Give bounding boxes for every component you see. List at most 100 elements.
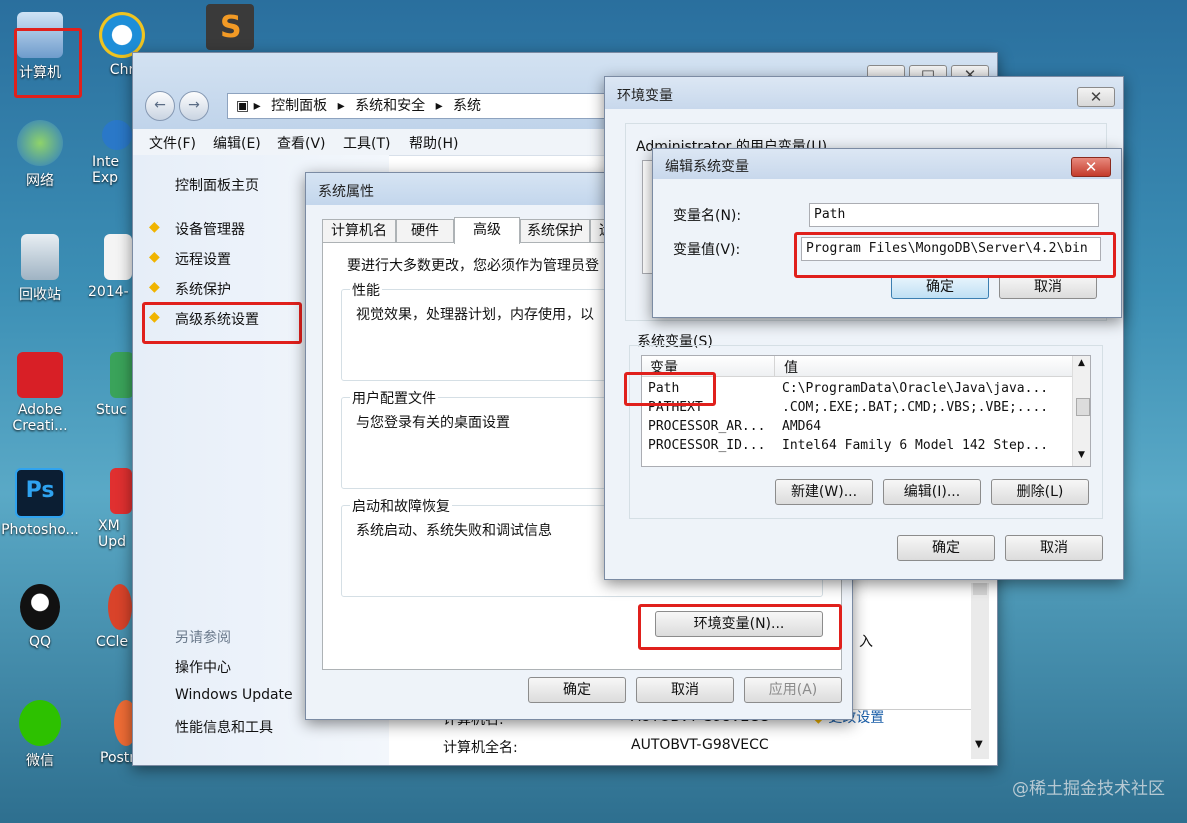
- row-value: AMD64: [782, 419, 822, 434]
- back-button[interactable]: ←: [145, 91, 175, 121]
- address-bar[interactable]: ▣ ▸ 控制面板 ▸ 系统和安全 ▸ 系统: [227, 93, 609, 119]
- row-value: C:\ProgramData\Oracle\Java\java...: [782, 381, 1049, 396]
- desktop-icon-qq[interactable]: QQ: [0, 584, 80, 650]
- app-icon: [110, 468, 132, 514]
- sidebar-device-manager[interactable]: 设备管理器: [175, 219, 245, 239]
- sidebar-system-protection[interactable]: 系统保护: [175, 279, 231, 299]
- edit-cancel-button[interactable]: 取消: [999, 275, 1097, 299]
- scrollbar-thumb[interactable]: [973, 583, 987, 595]
- delete-variable-button[interactable]: 删除(L): [991, 479, 1089, 505]
- env-cancel-button[interactable]: 取消: [1005, 535, 1103, 561]
- desktop-icon-folder[interactable]: 2014-: [88, 234, 138, 300]
- scrollbar[interactable]: ▼: [971, 583, 989, 759]
- app-icon: [110, 352, 134, 398]
- sysprops-cancel-button[interactable]: 取消: [636, 677, 734, 703]
- breadcrumb-security[interactable]: 系统和安全: [355, 98, 425, 114]
- photoshop-icon: Ps: [15, 468, 65, 518]
- breadcrumb-control-panel[interactable]: 控制面板: [271, 98, 327, 114]
- watermark: @稀土掘金技术社区: [1012, 779, 1165, 799]
- column-value[interactable]: 值: [784, 357, 798, 377]
- partial-text: 入: [859, 634, 873, 650]
- new-variable-button[interactable]: 新建(W)...: [775, 479, 873, 505]
- row-value: Intel64 Family 6 Model 142 Step...: [782, 438, 1049, 453]
- edit-close-button[interactable]: ✕: [1071, 157, 1111, 177]
- ok-label: 确定: [932, 540, 960, 556]
- link-windows-update[interactable]: Windows Update: [175, 687, 293, 703]
- user-profiles-title: 用户配置文件: [350, 388, 438, 408]
- table-row[interactable]: PROCESSOR_ID... Intel64 Family 6 Model 1…: [642, 437, 1072, 456]
- edit-system-variable-dialog: 编辑系统变量 ✕ 变量名(N): Path 变量值(V): Program Fi…: [652, 148, 1122, 318]
- cancel-label: 取消: [1040, 540, 1068, 556]
- desktop-icon-wechat[interactable]: 微信: [0, 700, 80, 770]
- list-header: 变量 值: [642, 356, 1072, 377]
- new-label: 新建(W)...: [790, 484, 858, 500]
- control-panel-icon: ▣ ▸: [236, 98, 261, 114]
- menu-view[interactable]: 查看(V): [277, 133, 326, 153]
- cancel-label: 取消: [671, 682, 699, 698]
- tab-computer-name[interactable]: 计算机名: [322, 219, 396, 243]
- edit-ok-button[interactable]: 确定: [891, 275, 989, 299]
- menu-edit[interactable]: 编辑(E): [213, 133, 261, 153]
- breadcrumb-system[interactable]: 系统: [453, 98, 481, 114]
- link-action-center[interactable]: 操作中心: [175, 657, 231, 677]
- env-close-button[interactable]: ✕: [1077, 87, 1115, 107]
- shield-icon: ◆: [149, 219, 160, 235]
- adobe-cc-icon: [17, 352, 63, 398]
- table-row[interactable]: Path C:\ProgramData\Oracle\Java\java...: [642, 380, 1072, 399]
- env-title: 环境变量: [617, 88, 673, 104]
- desktop-icon-studio[interactable]: Stuc: [96, 352, 136, 418]
- row-name: PATHEXT: [648, 400, 703, 415]
- list-scrollbar[interactable]: ▲ ▼: [1072, 356, 1090, 466]
- edit-variable-button[interactable]: 编辑(I)...: [883, 479, 981, 505]
- admin-notice: 要进行大多数更改，您必须作为管理员登: [347, 258, 599, 274]
- sysprops-title: 系统属性: [318, 184, 374, 200]
- desktop-icon-photoshop[interactable]: Ps Photosho...: [0, 468, 80, 538]
- scroll-down-icon[interactable]: ▼: [1078, 450, 1085, 460]
- env-ok-button[interactable]: 确定: [897, 535, 995, 561]
- link-performance-tools[interactable]: 性能信息和工具: [175, 717, 273, 737]
- wechat-icon: [19, 700, 61, 746]
- desktop-icon-xm[interactable]: XM Upd: [98, 468, 134, 550]
- sublime-icon[interactable]: S: [206, 4, 254, 50]
- table-row[interactable]: PROCESSOR_AR... AMD64: [642, 418, 1072, 437]
- performance-title: 性能: [350, 280, 382, 300]
- desktop-icon-recycle[interactable]: 回收站: [0, 234, 80, 304]
- tab-system-protection[interactable]: 系统保护: [520, 219, 590, 243]
- sysprops-ok-button[interactable]: 确定: [528, 677, 626, 703]
- sidebar-advanced-settings[interactable]: 高级系统设置: [175, 309, 259, 329]
- ie-icon: [102, 120, 132, 150]
- sidebar-home-link[interactable]: 控制面板主页: [175, 175, 259, 195]
- variable-name-field[interactable]: Path: [809, 203, 1099, 227]
- performance-desc: 视觉效果，处理器计划，内存使用，以: [356, 307, 594, 323]
- computer-icon: [17, 12, 63, 58]
- tab-hardware[interactable]: 硬件: [396, 219, 454, 243]
- forward-button[interactable]: →: [179, 91, 209, 121]
- variable-value-text: Program Files\MongoDB\Server\4.2\bin: [806, 241, 1088, 256]
- system-variables-list[interactable]: 变量 值 Path C:\ProgramData\Oracle\Java\jav…: [641, 355, 1091, 467]
- environment-variables-button[interactable]: 环境变量(N)...: [655, 611, 823, 637]
- scrollbar-thumb[interactable]: [1076, 398, 1090, 416]
- column-variable[interactable]: 变量: [650, 357, 678, 377]
- scroll-up-icon[interactable]: ▲: [1078, 358, 1085, 368]
- ok-label: 确定: [926, 279, 954, 295]
- menu-file[interactable]: 文件(F): [149, 133, 196, 153]
- menu-help[interactable]: 帮助(H): [409, 133, 458, 153]
- startup-recovery-title: 启动和故障恢复: [350, 496, 452, 516]
- menu-tools[interactable]: 工具(T): [343, 133, 390, 153]
- see-also-heading: 另请参阅: [175, 630, 231, 646]
- tab-label: 系统保护: [527, 223, 583, 239]
- tab-label: 计算机名: [331, 223, 387, 239]
- file-icon: [104, 234, 132, 280]
- sidebar-remote-settings[interactable]: 远程设置: [175, 249, 231, 269]
- desktop-icon-network[interactable]: 网络: [0, 120, 80, 190]
- sysprops-apply-button[interactable]: 应用(A): [744, 677, 842, 703]
- variable-value-field[interactable]: Program Files\MongoDB\Server\4.2\bin: [801, 237, 1101, 261]
- tab-advanced[interactable]: 高级: [454, 217, 520, 244]
- edit-title: 编辑系统变量: [665, 159, 749, 175]
- desktop-icon-ccleaner[interactable]: CCle: [96, 584, 136, 650]
- table-row[interactable]: PATHEXT .COM;.EXE;.BAT;.CMD;.VBS;.VBE;..…: [642, 399, 1072, 418]
- desktop-icon-computer[interactable]: 计算机: [0, 12, 80, 82]
- variable-value-label: 变量值(V):: [673, 242, 741, 258]
- scroll-down-icon[interactable]: ▼: [975, 739, 983, 750]
- desktop-icon-adobe[interactable]: Adobe Creati...: [0, 352, 80, 434]
